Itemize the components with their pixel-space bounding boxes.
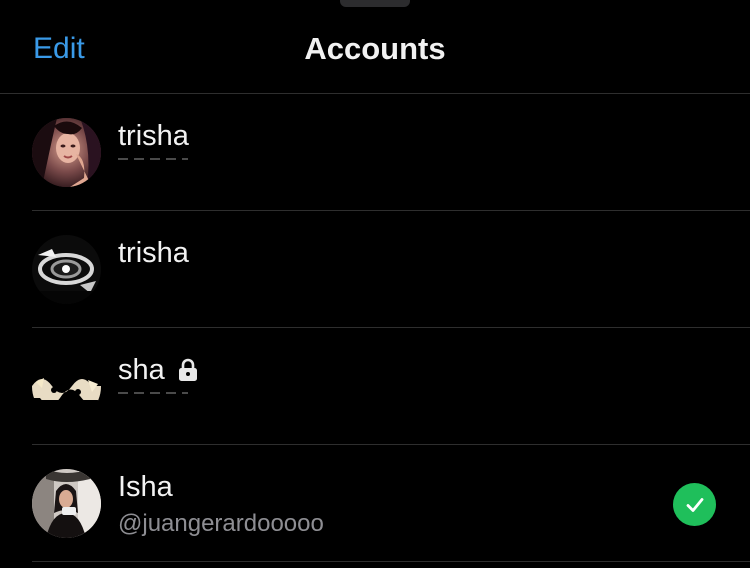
account-name: sha [118,354,165,386]
account-handle: @juangerardooooo [118,510,324,537]
name-line: Isha [118,469,173,505]
checkmark-icon [686,497,703,512]
avatar [32,118,101,187]
account-name: trisha [118,237,189,269]
account-handle-obscured [118,390,188,394]
account-name: Isha [118,471,173,503]
account-handle-obscured [118,156,188,160]
name-line: sha [118,352,201,388]
account-row[interactable]: trisha [0,211,750,328]
account-list: trisha trisha sha Isha @juangerardooooo [0,94,750,562]
avatar [32,469,101,538]
name-line: trisha [118,118,189,154]
account-row[interactable]: trisha [0,94,750,211]
avatar [32,352,101,421]
account-name: trisha [118,120,189,152]
row-divider [32,561,750,562]
avatar [32,235,101,304]
account-row[interactable]: Isha @juangerardooooo [0,445,750,562]
lock-icon [175,357,201,383]
name-line: trisha [118,235,189,271]
account-row[interactable]: sha [0,328,750,445]
accounts-screen: Edit Accounts trisha trisha sha Isha @ju… [0,0,750,568]
selected-account-badge [673,483,716,526]
header: Edit Accounts [0,0,750,93]
page-title: Accounts [304,31,446,66]
